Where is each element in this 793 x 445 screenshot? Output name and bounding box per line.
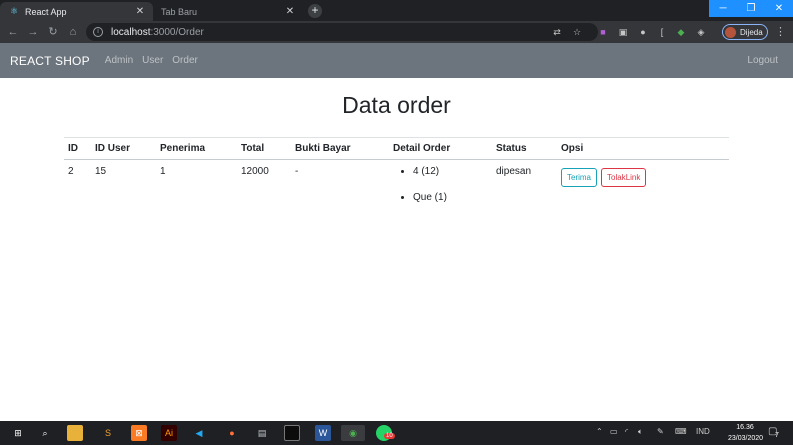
cell-id: 2	[68, 166, 74, 177]
column-header-total: Total	[237, 137, 291, 160]
address-bar[interactable]: i localhost:3000/Order	[86, 23, 598, 41]
volume-icon[interactable]: 🔈︎	[638, 427, 643, 437]
cell-status: dipesan	[496, 166, 532, 177]
network-icon[interactable]: ▭	[610, 427, 618, 436]
terminal-icon[interactable]	[284, 425, 300, 441]
language-indicator[interactable]: IND	[696, 427, 710, 436]
extension-icon[interactable]: ■	[597, 26, 609, 38]
tray-chevron-icon[interactable]: ⌃	[596, 427, 603, 436]
home-icon[interactable]: ⌂	[66, 25, 80, 39]
app-navbar: REACT SHOP Admin User Order Logout	[0, 43, 793, 78]
whatsapp-badge: 10	[384, 433, 395, 439]
cell-total: 12000	[241, 166, 269, 177]
cell-detail-order: 4 (12) Que (1)	[389, 160, 492, 219]
table-header-row: ID ID User Penerima Total Bukti Bayar De…	[64, 137, 729, 160]
list-item: 4 (12)	[413, 166, 488, 177]
word-icon[interactable]: W	[315, 425, 331, 441]
forward-arrow-icon[interactable]: →	[26, 25, 40, 39]
accept-button[interactable]: Terima	[561, 168, 598, 187]
clock[interactable]: 16.36 23/03/2020	[728, 422, 764, 444]
column-header-id-user: ID User	[91, 137, 156, 160]
clock-date: 23/03/2020	[728, 435, 764, 442]
profile-name: Dijeda	[740, 27, 763, 37]
wifi-icon[interactable]: ◜	[625, 427, 628, 436]
page-title: Data order	[342, 92, 451, 118]
cell-bukti-bayar: -	[295, 166, 299, 177]
search-icon[interactable]: ⌕	[37, 425, 53, 441]
windows-taskbar: ⊞ ⌕ S ⊠ Ai ◀ ● ▤ W ◉ 10 ⌃ ▭ ◜ 🔈︎ ✎ ⌨ IND…	[0, 421, 793, 445]
column-header-penerima: Penerima	[156, 137, 237, 160]
illustrator-icon[interactable]: Ai	[161, 425, 177, 441]
vscode-icon[interactable]: ◀	[191, 425, 207, 441]
bracket-extension-icon[interactable]: [	[656, 26, 668, 38]
bookmark-star-icon[interactable]: ☆	[571, 26, 583, 38]
tab-new-tab[interactable]: Tab Baru ✕	[153, 2, 303, 21]
tab-title: React App	[25, 6, 67, 17]
react-logo-icon: ⚛	[10, 6, 19, 16]
more-menu-icon[interactable]: ⋮	[775, 25, 786, 39]
clock-time: 16.36	[736, 424, 754, 431]
green-extension-icon[interactable]: ◆	[675, 26, 687, 38]
minimize-window-button[interactable]: ─	[709, 0, 737, 17]
detail-order-list: 4 (12) Que (1)	[393, 166, 488, 203]
logout-link[interactable]: Logout	[747, 55, 778, 66]
table-row: 2 15 1 12000 - 4 (12) Que (1) dipesan Te…	[64, 160, 729, 219]
reload-icon[interactable]: ↻	[46, 25, 60, 39]
close-tab-icon[interactable]: ✕	[133, 6, 147, 17]
profile-button[interactable]: Dijeda	[722, 24, 768, 40]
camera-extension-icon[interactable]: ▣	[617, 26, 629, 38]
restore-window-button[interactable]: ❐	[737, 0, 765, 17]
browser-tab-strip: ⚛ React App ✕ Tab Baru ✕ + ─ ❐ ✕	[0, 0, 793, 21]
xampp-icon[interactable]: ⊠	[131, 425, 147, 441]
pen-icon[interactable]: ✎	[657, 427, 664, 436]
firefox-icon[interactable]: ●	[224, 425, 240, 441]
windows-start-icon[interactable]: ⊞	[10, 425, 26, 441]
back-arrow-icon[interactable]: ←	[6, 25, 20, 39]
close-window-button[interactable]: ✕	[765, 0, 793, 17]
keyboard-icon[interactable]: ⌨	[675, 427, 687, 436]
brand-link[interactable]: REACT SHOP	[10, 54, 90, 68]
column-header-detail-order: Detail Order	[389, 137, 492, 160]
order-table: ID ID User Penerima Total Bukti Bayar De…	[64, 137, 729, 218]
shield-extension-icon[interactable]: ◈	[695, 26, 707, 38]
chrome-taskbar-icon[interactable]: ◉	[341, 425, 365, 441]
list-item: Que (1)	[413, 192, 488, 203]
notification-count: 7	[775, 432, 779, 439]
translate-icon[interactable]: ⇄	[551, 26, 563, 38]
column-header-bukti-bayar: Bukti Bayar	[291, 137, 389, 160]
cell-id-user: 15	[95, 166, 107, 177]
nav-links: Admin User Order	[105, 55, 207, 66]
column-header-opsi: Opsi	[557, 137, 729, 160]
close-tab-icon[interactable]: ✕	[283, 6, 297, 17]
new-tab-button[interactable]: +	[308, 4, 322, 18]
sublime-text-icon[interactable]: S	[100, 425, 116, 441]
circle-extension-icon[interactable]: ●	[637, 26, 649, 38]
notepad-icon[interactable]: ▤	[254, 425, 270, 441]
nav-link-user[interactable]: User	[142, 55, 163, 66]
column-header-status: Status	[492, 137, 557, 160]
file-explorer-icon[interactable]	[67, 425, 83, 441]
nav-link-admin[interactable]: Admin	[105, 55, 133, 66]
browser-toolbar: ← → ↻ ⌂ i localhost:3000/Order ⇄ ☆ ■ ▣ ●…	[0, 21, 793, 43]
tab-react-app[interactable]: ⚛ React App ✕	[0, 2, 153, 21]
cell-opsi: Terima TolakLink	[557, 160, 729, 219]
avatar	[725, 26, 736, 38]
site-info-icon[interactable]: i	[93, 27, 103, 37]
nav-link-order[interactable]: Order	[172, 55, 198, 66]
reject-button[interactable]: TolakLink	[601, 168, 647, 187]
cell-penerima: 1	[160, 166, 166, 177]
tab-title: Tab Baru	[161, 6, 198, 17]
url-text: localhost:3000/Order	[111, 26, 204, 38]
column-header-id: ID	[64, 137, 91, 160]
